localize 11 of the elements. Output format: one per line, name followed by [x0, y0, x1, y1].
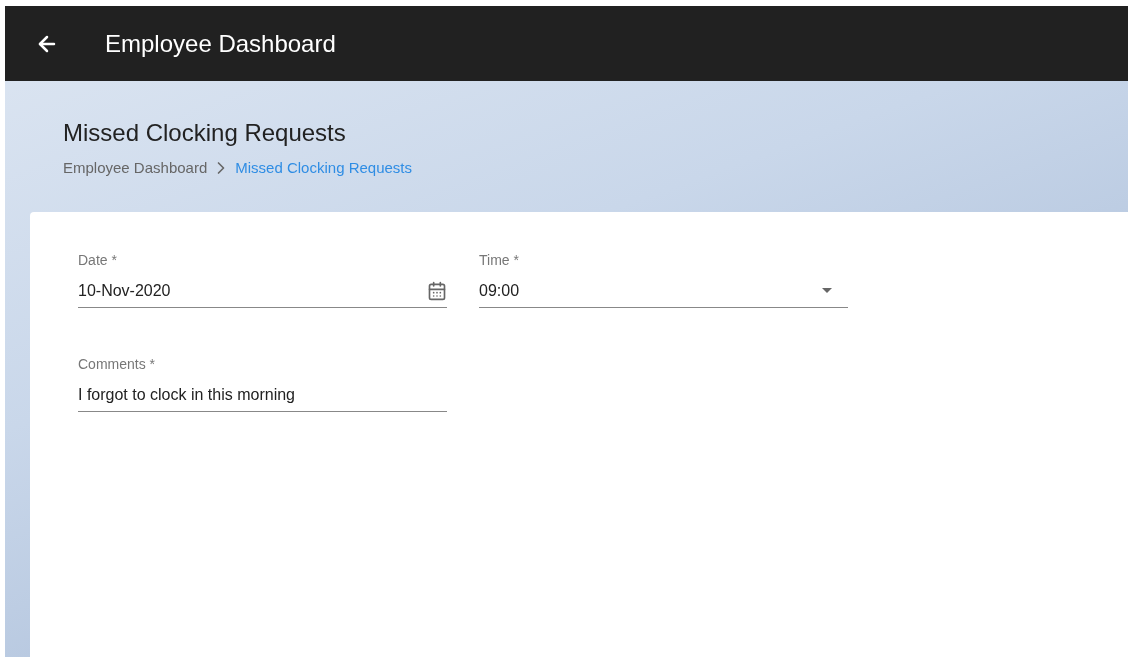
- page-title: Missed Clocking Requests: [63, 118, 347, 148]
- calendar-icon[interactable]: [427, 280, 447, 301]
- field-label: Date *: [78, 251, 118, 270]
- comments-field[interactable]: I forgot to clock in this morning: [78, 378, 447, 412]
- dropdown-caret-icon[interactable]: [822, 288, 832, 293]
- field-label: Comments *: [78, 355, 157, 374]
- app-title: Employee Dashboard: [105, 28, 336, 59]
- field-label: Time *: [479, 251, 520, 270]
- breadcrumb-link[interactable]: Employee Dashboard: [63, 157, 208, 180]
- date-field[interactable]: 10-Nov-2020: [78, 274, 447, 308]
- time-select[interactable]: 09:00: [479, 274, 848, 308]
